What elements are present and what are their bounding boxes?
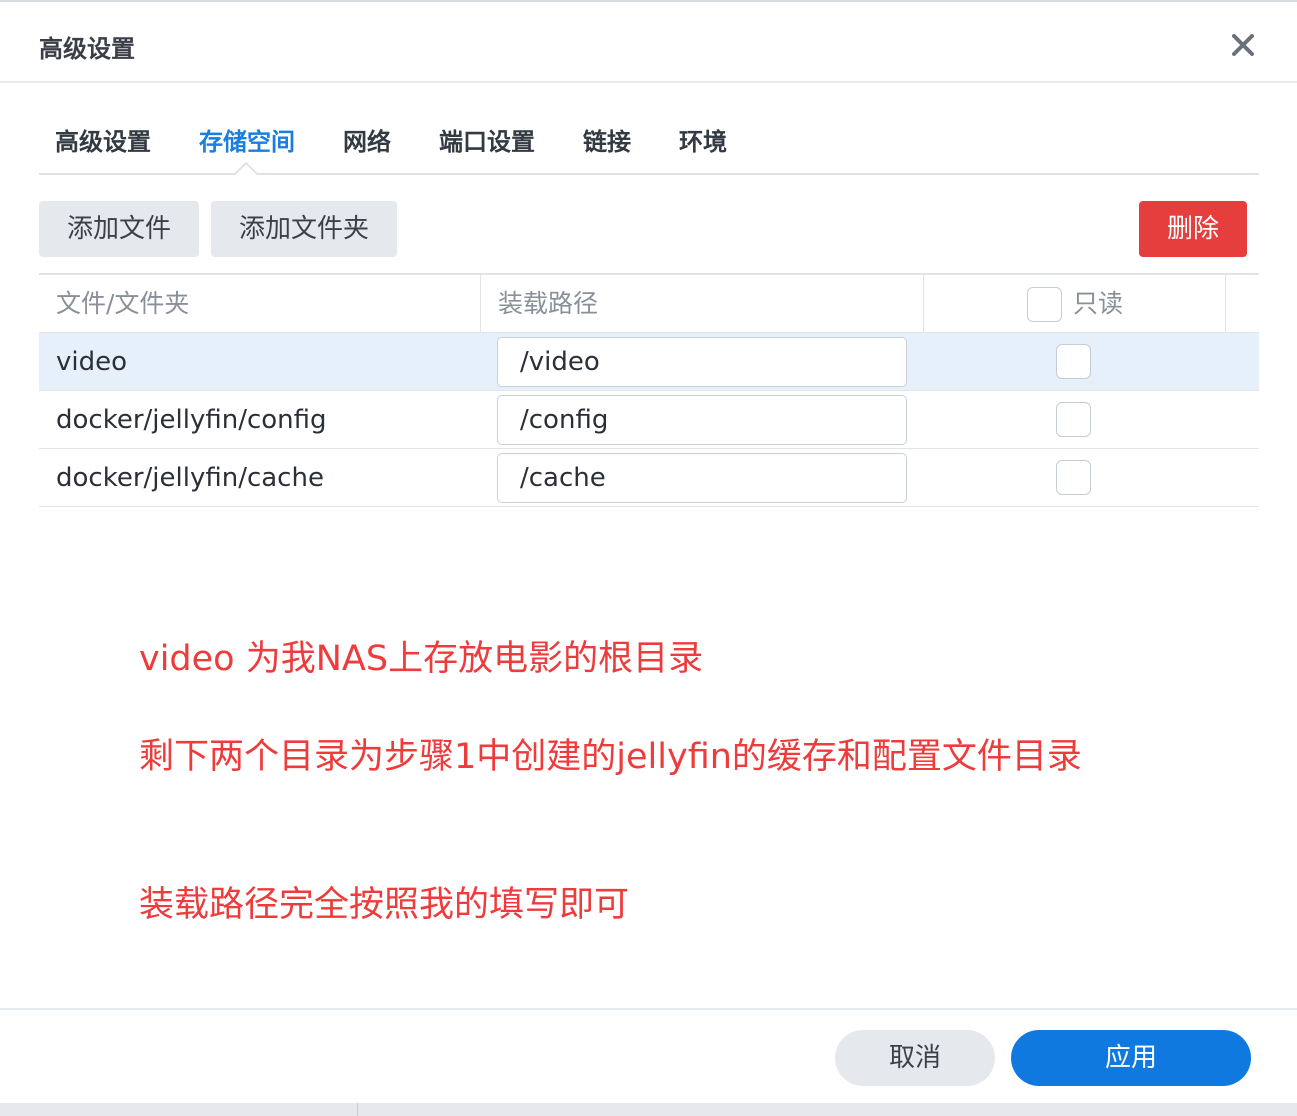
- header-file-folder: 文件/文件夹: [56, 289, 190, 318]
- volume-table: 文件/文件夹 装载路径 只读 video docker/jellyfin/con…: [39, 273, 1259, 507]
- tab-environment[interactable]: 环境: [679, 122, 727, 157]
- column-divider: [480, 275, 481, 333]
- dialog-title: 高级设置: [39, 35, 135, 63]
- row-folder-name: docker/jellyfin/config: [56, 405, 327, 435]
- tab-port-settings[interactable]: 端口设置: [439, 122, 535, 157]
- background-window-strip: [0, 1103, 1297, 1116]
- cancel-button[interactable]: 取消: [835, 1030, 995, 1086]
- table-row[interactable]: docker/jellyfin/config: [39, 391, 1259, 449]
- tab-network[interactable]: 网络: [343, 122, 391, 157]
- close-icon[interactable]: [1224, 26, 1262, 64]
- tab-storage[interactable]: 存储空间: [199, 122, 295, 157]
- column-divider: [923, 275, 924, 333]
- tab-advanced-settings[interactable]: 高级设置: [55, 122, 151, 157]
- advanced-settings-dialog: 高级设置 高级设置 存储空间 网络 端口设置 链接 环境 添加文件 添加文件夹 …: [0, 0, 1297, 1103]
- tab-links[interactable]: 链接: [583, 122, 631, 157]
- readonly-checkbox[interactable]: [1056, 344, 1091, 379]
- readonly-select-all-checkbox[interactable]: [1027, 287, 1062, 322]
- column-divider: [1225, 275, 1226, 333]
- apply-button[interactable]: 应用: [1011, 1030, 1251, 1086]
- annotation-text: 剩下两个目录为步骤1中创建的jellyfin的缓存和配置文件目录: [139, 737, 1082, 777]
- background-divider: [357, 1103, 358, 1116]
- readonly-checkbox[interactable]: [1056, 460, 1091, 495]
- header-readonly: 只读: [1073, 289, 1124, 318]
- add-file-button[interactable]: 添加文件: [39, 201, 199, 257]
- annotation-text: video 为我NAS上存放电影的根目录: [139, 639, 704, 679]
- table-row[interactable]: video: [39, 333, 1259, 391]
- add-folder-button[interactable]: 添加文件夹: [211, 201, 397, 257]
- row-folder-name: docker/jellyfin/cache: [56, 463, 324, 493]
- table-row[interactable]: docker/jellyfin/cache: [39, 449, 1259, 507]
- delete-button[interactable]: 删除: [1139, 201, 1247, 257]
- mount-path-input[interactable]: [497, 453, 907, 503]
- header-mount-path: 装载路径: [498, 289, 599, 318]
- tab-bar: 高级设置 存储空间 网络 端口设置 链接 环境: [39, 108, 1259, 175]
- table-header: 文件/文件夹 装载路径 只读: [39, 275, 1259, 333]
- dialog-footer: 取消 应用: [0, 1008, 1297, 1105]
- row-folder-name: video: [56, 347, 128, 377]
- annotation-text: 装载路径完全按照我的填写即可: [139, 885, 630, 925]
- active-tab-indicator: [234, 161, 258, 175]
- readonly-checkbox[interactable]: [1056, 402, 1091, 437]
- dialog-titlebar: 高级设置: [0, 2, 1297, 83]
- mount-path-input[interactable]: [497, 395, 907, 445]
- mount-path-input[interactable]: [497, 337, 907, 387]
